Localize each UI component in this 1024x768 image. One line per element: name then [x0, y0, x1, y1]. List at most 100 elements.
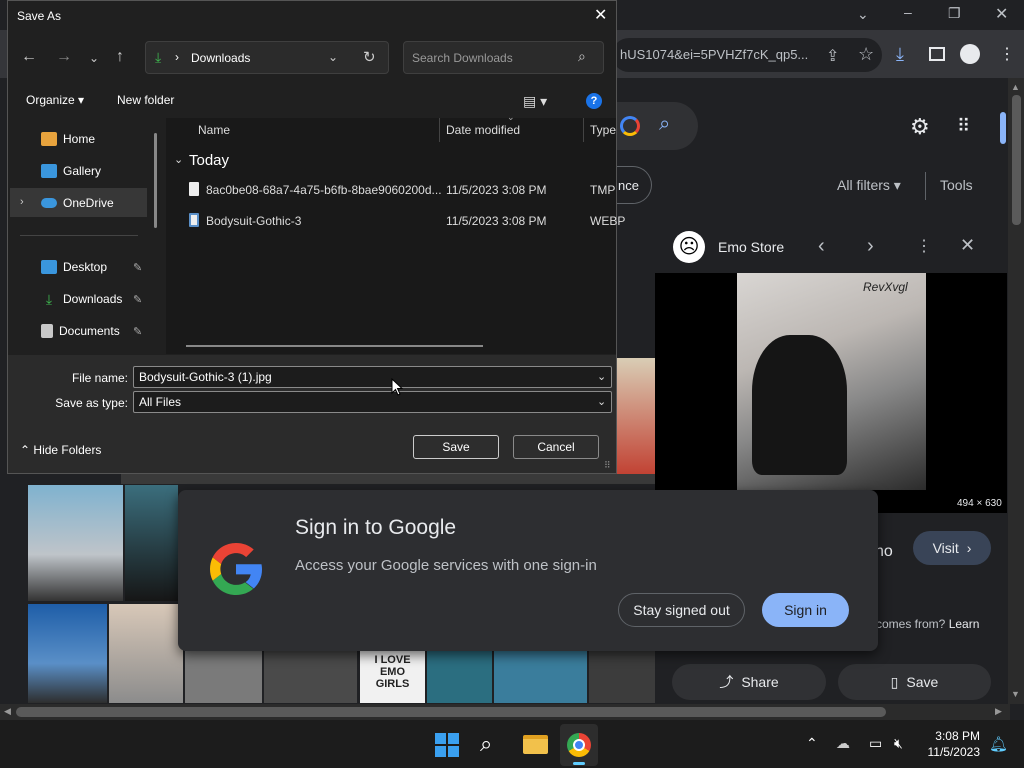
search-placeholder: Search Downloads: [412, 51, 513, 65]
volume-muted-icon[interactable]: 🔇︎: [894, 735, 903, 752]
file-row[interactable]: Bodysuit-Gothic-3 11/5/2023 3:08 PM WEBP: [166, 209, 625, 233]
save-button[interactable]: Save: [413, 435, 499, 459]
image-thumbnail[interactable]: [125, 485, 178, 601]
more-options-icon[interactable]: ⋮: [916, 236, 932, 256]
save-type-label: Save as type:: [55, 396, 128, 410]
scroll-left-icon[interactable]: ◀: [4, 706, 11, 717]
file-name-value: Bodysuit-Gothic-3 (1).jpg: [139, 370, 272, 384]
share-button[interactable]: ⤴ Share: [672, 664, 826, 700]
up-arrow-icon[interactable]: ↑: [116, 48, 124, 66]
file-list-hscrollbar[interactable]: [186, 345, 483, 347]
new-folder-button[interactable]: New folder: [117, 93, 174, 107]
vertical-scroll-thumb[interactable]: [1012, 95, 1021, 225]
nav-item-onedrive[interactable]: OneDrive: [41, 196, 114, 210]
mouse-cursor-icon: [391, 378, 403, 396]
google-apps-icon[interactable]: ⠿: [957, 116, 970, 137]
taskbar-search-icon[interactable]: ⌕: [480, 731, 492, 757]
refresh-icon[interactable]: ↻: [363, 48, 376, 66]
image-thumbnail[interactable]: [617, 358, 655, 482]
column-header-name[interactable]: Name: [198, 123, 230, 137]
downloads-icon[interactable]: ⤓: [896, 44, 904, 65]
image-thumbnail[interactable]: [494, 651, 587, 703]
group-header-today[interactable]: Today: [189, 152, 229, 169]
image-thumbnail[interactable]: [28, 485, 123, 601]
panel-site-title[interactable]: Emo Store: [718, 239, 784, 255]
expand-chevron-icon[interactable]: ›: [20, 196, 24, 208]
address-breadcrumb[interactable]: [145, 41, 389, 74]
close-window-icon[interactable]: ✕: [995, 4, 1008, 24]
search-icon[interactable]: ⌕: [578, 48, 586, 65]
network-icon[interactable]: ▭: [869, 735, 882, 752]
nav-item-home[interactable]: Home: [41, 132, 95, 146]
share-page-icon[interactable]: ⇪: [826, 46, 839, 66]
cancel-button[interactable]: Cancel: [513, 435, 599, 459]
column-header-date[interactable]: Date modified: [446, 123, 520, 137]
file-explorer-icon[interactable]: [523, 735, 548, 754]
save-type-dropdown-icon[interactable]: ⌄: [597, 395, 606, 408]
side-panel-icon[interactable]: [929, 47, 945, 61]
scroll-up-icon[interactable]: ▲: [1011, 82, 1020, 92]
tab-search-icon[interactable]: ⌄: [857, 6, 869, 23]
search-icon[interactable]: ⌕: [659, 113, 670, 136]
lens-icon[interactable]: [620, 116, 640, 136]
forward-arrow-icon[interactable]: →: [56, 48, 72, 66]
resize-grip-icon[interactable]: ⠿: [604, 460, 611, 471]
organize-button[interactable]: Organize ▾: [26, 93, 84, 107]
nav-item-documents[interactable]: Documents: [41, 324, 120, 338]
close-panel-icon[interactable]: ✕: [960, 235, 975, 256]
sort-indicator-icon: ⌄: [507, 112, 515, 122]
breadcrumb-downloads[interactable]: Downloads: [191, 51, 250, 65]
recent-locations-icon[interactable]: ⌄: [89, 51, 99, 65]
emo-line-3: GIRLS: [375, 678, 410, 690]
group-collapse-icon[interactable]: ⌄: [174, 153, 183, 166]
file-icon: [189, 182, 199, 196]
stay-signed-out-button[interactable]: Stay signed out: [618, 593, 745, 627]
sign-in-button[interactable]: Sign in: [762, 593, 849, 627]
dialog-close-icon[interactable]: ✕: [594, 5, 607, 25]
nav-item-gallery[interactable]: Gallery: [41, 164, 101, 178]
save-image-button[interactable]: ▯ Save: [838, 664, 991, 700]
view-options-icon[interactable]: ▤ ▾: [523, 93, 547, 110]
minimize-icon[interactable]: –: [904, 4, 912, 20]
address-dropdown-icon[interactable]: ⌄: [328, 50, 338, 64]
tools-button[interactable]: Tools: [940, 177, 973, 193]
hide-folders-button[interactable]: ⌃ Hide Folders: [20, 443, 101, 457]
image-thumbnail[interactable]: [427, 651, 492, 703]
learn-link[interactable]: Learn: [949, 617, 980, 631]
save-type-select[interactable]: All Files: [133, 391, 612, 413]
image-thumbnail[interactable]: [185, 651, 262, 703]
start-windows-icon[interactable]: [435, 733, 459, 757]
visit-button[interactable]: Visit ›: [913, 531, 991, 565]
image-thumbnail[interactable]: [589, 651, 655, 703]
scroll-down-icon[interactable]: ▼: [1011, 689, 1020, 699]
all-filters-button[interactable]: All filters ▾: [837, 177, 901, 194]
file-row[interactable]: 8ac0be08-68a7-4a75-b6fb-8bae9060200d... …: [166, 178, 616, 202]
column-header-type[interactable]: Type: [590, 123, 616, 137]
image-thumbnail[interactable]: [109, 604, 183, 703]
onedrive-tray-icon[interactable]: ☁: [836, 735, 850, 752]
nav-item-downloads[interactable]: ⤓ Downloads: [41, 292, 122, 306]
emo-girls-thumbnail[interactable]: I LOVE EMO GIRLS: [360, 651, 425, 703]
settings-gear-icon[interactable]: ⚙: [910, 114, 930, 140]
next-icon[interactable]: ›: [867, 235, 874, 258]
profile-avatar[interactable]: [960, 44, 980, 64]
back-arrow-icon[interactable]: ←: [21, 48, 37, 66]
image-thumbnail[interactable]: [28, 604, 107, 703]
previous-icon[interactable]: ‹: [818, 235, 825, 258]
restore-icon[interactable]: ❐: [948, 5, 961, 22]
image-thumbnail[interactable]: [264, 651, 357, 703]
file-name-input[interactable]: Bodysuit-Gothic-3 (1).jpg: [133, 366, 612, 388]
nav-pane-scrollbar[interactable]: [154, 133, 157, 228]
nav-home-label: Home: [63, 132, 96, 146]
show-hidden-icons[interactable]: ⌃: [806, 735, 818, 752]
horizontal-scroll-thumb[interactable]: [16, 707, 886, 717]
active-app-indicator: [573, 762, 585, 765]
file-name-dropdown-icon[interactable]: ⌄: [597, 370, 606, 383]
scroll-right-icon[interactable]: ▶: [995, 706, 1002, 717]
bookmark-star-icon[interactable]: ☆: [858, 44, 874, 65]
tray-clock[interactable]: 3:08 PM 11/5/2023: [924, 729, 981, 759]
chrome-menu-icon[interactable]: ⋮: [999, 44, 1015, 64]
help-icon[interactable]: ?: [586, 93, 602, 109]
notification-bell-icon[interactable]: 🔔︎: [989, 735, 1008, 753]
nav-item-desktop[interactable]: Desktop: [41, 260, 107, 274]
